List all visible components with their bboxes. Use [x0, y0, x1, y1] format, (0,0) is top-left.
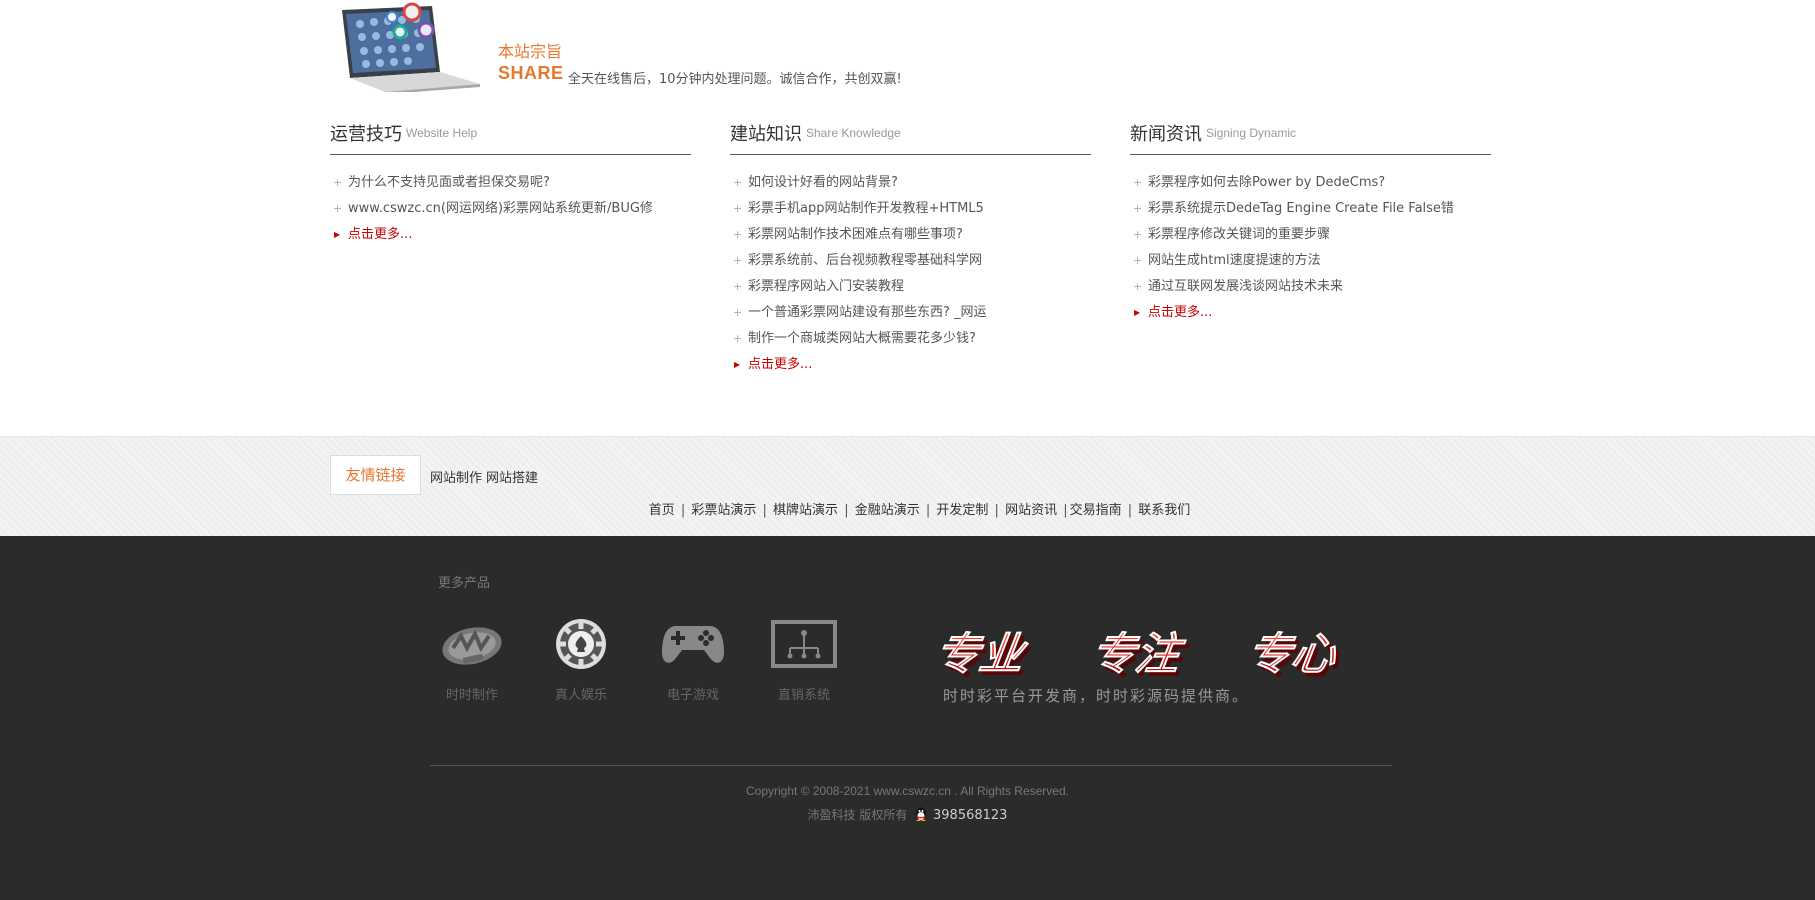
footer-nav: 首页 | 彩票站演示 | 棋牌站演示 | 金融站演示 | 开发定制 | 网站资讯… [648, 503, 1191, 518]
slogan-word: 专注 [1088, 629, 1189, 680]
owner-text: 沛盈科技 版权所有 [807, 808, 908, 822]
article-link[interactable]: + 彩票程序网站入门安装教程 [730, 274, 1091, 300]
qq-penguin-icon[interactable] [915, 807, 927, 821]
slogan-word: 专业 [940, 629, 1032, 680]
site-mission-banner: 本站宗旨 SHARE 全天在线售后，10分钟内处理问题。诚信合作，共创双赢! [330, 0, 970, 95]
lottery-logo-icon [442, 627, 502, 665]
column-header: 新闻资讯 Signing Dynamic [1130, 120, 1491, 155]
product-ssc[interactable]: 时时制作 [432, 618, 512, 703]
footer-nav-home[interactable]: 首页 [649, 503, 675, 518]
footer-nav-contact[interactable]: 联系我们 [1138, 503, 1190, 518]
article-link[interactable]: + 彩票程序如何去除Power by DedeCms? [1130, 170, 1491, 196]
column-subtitle: Signing Dynamic [1206, 126, 1297, 140]
friend-links-label: 友情链接 [330, 455, 421, 495]
triangle-right-icon: ▶ [334, 230, 341, 239]
article-list: + 彩票程序如何去除Power by DedeCms? + 彩票系统提示DedeTa… [1130, 170, 1491, 326]
column-subtitle: Share Knowledge [806, 126, 901, 140]
more-link[interactable]: ▶ 点击更多... [330, 222, 691, 248]
product-label: 直销系统 [777, 688, 830, 703]
column-subtitle: Website Help [406, 126, 478, 140]
column-title[interactable]: 运营技巧 [330, 120, 402, 146]
slogan-graphic: 专业 专业 专注 专注 专心 专心 [940, 629, 1344, 683]
plus-icon: + [1133, 228, 1143, 241]
plus-icon: + [333, 202, 343, 215]
article-link[interactable]: + 为什么不支持见面或者担保交易呢? [330, 170, 691, 196]
mission-title: 本站宗旨 [498, 42, 563, 61]
plus-icon: + [1133, 202, 1143, 215]
gamepad-icon [662, 626, 724, 663]
laptop-image [342, 2, 480, 92]
product-direct-sales[interactable]: 直销系统 [764, 618, 844, 703]
footer-nav-trade-guide[interactable]: 交易指南 [1070, 503, 1122, 518]
more-link[interactable]: ▶ 点击更多... [730, 352, 1091, 378]
plus-icon: + [1133, 254, 1143, 267]
friend-links-list: 网站制作 网站搭建 [430, 467, 542, 486]
article-link[interactable]: + 彩票网站制作技术困难点有哪些事项? [730, 222, 1091, 248]
article-link[interactable]: + 通过互联网发展浅谈网站技术未来 [1130, 274, 1491, 300]
article-link[interactable]: + 网站生成html速度提速的方法 [1130, 248, 1491, 274]
footer-nav-chess-demo[interactable]: 棋牌站演示 [773, 503, 838, 518]
column-site-knowledge: 建站知识 Share Knowledge + 如何设计好看的网站背景? + 彩票手机… [730, 120, 1091, 378]
article-link[interactable]: + 彩票系统前、后台视频教程零基础科学网 [730, 248, 1091, 274]
friend-link[interactable]: 网站制作 [430, 471, 482, 486]
column-operation-tips: 运营技巧 Website Help + 为什么不支持见面或者担保交易呢? + www… [330, 120, 691, 248]
plus-icon: + [733, 280, 743, 293]
plus-icon: + [1133, 280, 1143, 293]
product-label: 真人娱乐 [554, 688, 607, 703]
page: 本站宗旨 SHARE 全天在线售后，10分钟内处理问题。诚信合作，共创双赢! 运… [0, 0, 1815, 900]
footer-nav-custom-dev[interactable]: 开发定制 [936, 503, 988, 518]
column-title[interactable]: 建站知识 [730, 120, 802, 146]
article-link[interactable]: + 一个普通彩票网站建设有那些东西? _网运 [730, 300, 1091, 326]
more-products-title: 更多产品 [438, 576, 491, 591]
column-header: 建站知识 Share Knowledge [730, 120, 1091, 155]
article-link[interactable]: + 如何设计好看的网站背景? [730, 170, 1091, 196]
product-label: 时时制作 [445, 688, 498, 703]
plus-icon: + [733, 254, 743, 267]
article-link[interactable]: + 彩票系统提示DedeTag Engine Create File False错 [1130, 196, 1491, 222]
plus-icon: + [733, 202, 743, 215]
slogan-text: 时时彩平台开发商，时时彩源码提供商。 [943, 687, 1250, 705]
article-link[interactable]: + www.cswzc.cn(网运网络)彩票网站系统更新/BUG修 [330, 196, 691, 222]
footer-nav-finance-demo[interactable]: 金融站演示 [855, 503, 920, 518]
product-e-games[interactable]: 电子游戏 [653, 618, 733, 703]
article-link[interactable]: + 彩票程序修改关键词的重要步骤 [1130, 222, 1491, 248]
copyright: Copyright © 2008-2021 www.cswzc.cn . All… [746, 784, 1069, 798]
article-link[interactable]: + 彩票手机app网站制作开发教程+HTML5 [730, 196, 1091, 222]
friend-links-section: 友情链接 网站制作 网站搭建 首页 | 彩票站演示 | 棋牌站演示 | 金融站演示… [0, 436, 1815, 536]
product-live-casino[interactable]: 真人娱乐 [541, 618, 621, 703]
more-link[interactable]: ▶ 点击更多... [1130, 300, 1491, 326]
product-label: 电子游戏 [666, 688, 719, 703]
article-list: + 为什么不支持见面或者担保交易呢? + www.cswzc.cn(网运网络)彩票网… [330, 170, 691, 248]
plus-icon: + [733, 176, 743, 189]
article-link[interactable]: + 制作一个商城类网站大概需要花多少钱? [730, 326, 1091, 352]
triangle-right-icon: ▶ [734, 360, 741, 369]
slogan-word: 专心 [1244, 629, 1341, 680]
column-title[interactable]: 新闻资讯 [1130, 120, 1202, 146]
plus-icon: + [733, 228, 743, 241]
footer-nav-news[interactable]: 网站资讯 [1005, 503, 1057, 518]
casino-chip-icon [556, 619, 606, 669]
owner-line: 沛盈科技 版权所有 398568123 [0, 806, 1815, 823]
plus-icon: + [733, 332, 743, 345]
footer-divider [430, 765, 1392, 766]
friend-link[interactable]: 网站搭建 [486, 471, 538, 486]
footer-nav-lottery-demo[interactable]: 彩票站演示 [691, 503, 756, 518]
column-news: 新闻资讯 Signing Dynamic + 彩票程序如何去除Power by D… [1130, 120, 1491, 326]
share-label: SHARE [498, 63, 564, 83]
column-header: 运营技巧 Website Help [330, 120, 691, 155]
qq-number[interactable]: 398568123 [933, 808, 1007, 823]
mission-description: 全天在线售后，10分钟内处理问题。诚信合作，共创双赢! [568, 72, 902, 87]
plus-icon: + [1133, 176, 1143, 189]
triangle-right-icon: ▶ [1134, 308, 1141, 317]
article-list: + 如何设计好看的网站背景? + 彩票手机app网站制作开发教程+HTML5 + 彩票… [730, 170, 1091, 378]
plus-icon: + [733, 306, 743, 319]
plus-icon: + [333, 176, 343, 189]
dark-footer: 更多产品 时时制作 真人娱乐 电子游戏 直销系统 专业 专业 专注 专注 专心 … [0, 536, 1815, 900]
network-tree-icon [771, 620, 837, 668]
